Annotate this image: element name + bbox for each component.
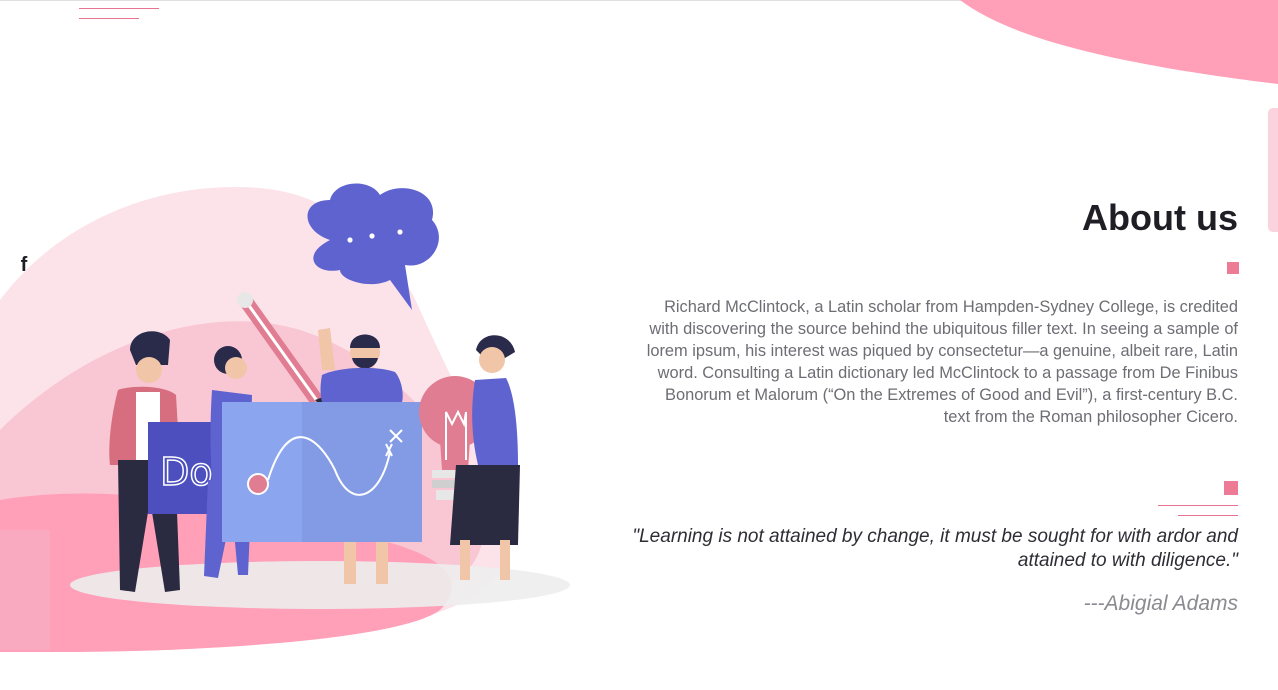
quote-author: ---Abigial Adams <box>1083 592 1238 615</box>
ground-shadow <box>70 561 570 609</box>
decorative-top-blob <box>960 0 1278 84</box>
decorative-square <box>1227 262 1239 274</box>
scrollbar-thumb[interactable] <box>1268 108 1278 232</box>
about-section: About us Richard McClintock, a Latin sch… <box>628 196 1238 426</box>
about-body-text: Richard McClintock, a Latin scholar from… <box>646 298 1238 426</box>
background-blob <box>0 530 50 650</box>
about-title: About us <box>1082 197 1238 238</box>
decorative-line <box>79 18 139 19</box>
team-illustration: Do! <box>0 183 570 652</box>
decorative-line <box>1178 515 1238 516</box>
whiteboard <box>222 402 422 542</box>
decorative-line <box>79 8 159 9</box>
decorative-line <box>1158 505 1238 506</box>
quote-text: "Learning is not attained by change, it … <box>632 526 1238 571</box>
decorative-square <box>1224 481 1238 495</box>
